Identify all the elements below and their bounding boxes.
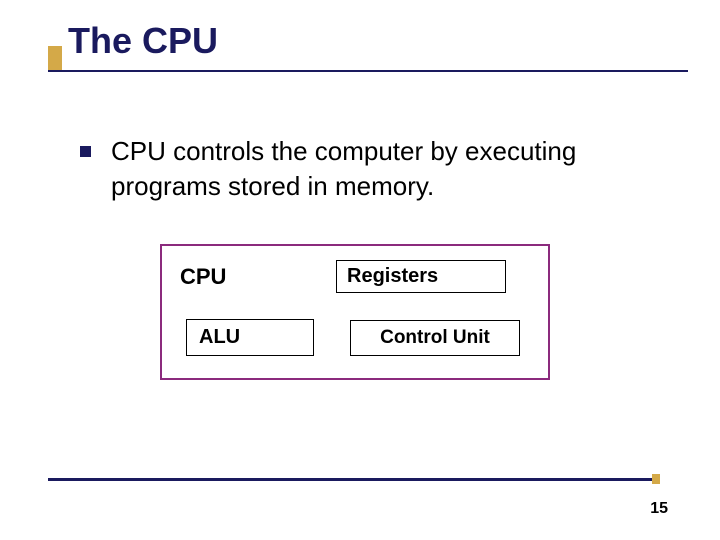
bullet-text: CPU controls the computer by executing p… xyxy=(111,134,670,204)
cpu-label: CPU xyxy=(180,264,300,290)
footer-accent-box xyxy=(652,474,660,484)
cpu-diagram: CPU Registers ALU Control Unit xyxy=(160,244,550,380)
title-line xyxy=(48,70,688,72)
footer-line-wrap xyxy=(48,478,660,484)
bullet-item: CPU controls the computer by executing p… xyxy=(80,134,670,204)
content-area: CPU controls the computer by executing p… xyxy=(80,134,670,380)
title-area: The CPU xyxy=(60,20,680,74)
title-accent-box xyxy=(48,46,62,72)
diagram-bottom-row: ALU Control Unit xyxy=(180,319,530,356)
title-underline xyxy=(48,70,688,74)
diagram-top-row: CPU Registers xyxy=(180,260,530,293)
control-unit-box: Control Unit xyxy=(350,320,520,356)
slide-title: The CPU xyxy=(68,20,680,62)
bullet-icon xyxy=(80,146,91,157)
registers-box: Registers xyxy=(336,260,506,293)
alu-box: ALU xyxy=(186,319,314,356)
slide: The CPU CPU controls the computer by exe… xyxy=(0,0,720,540)
page-number: 15 xyxy=(650,500,668,518)
footer-line xyxy=(48,478,660,481)
